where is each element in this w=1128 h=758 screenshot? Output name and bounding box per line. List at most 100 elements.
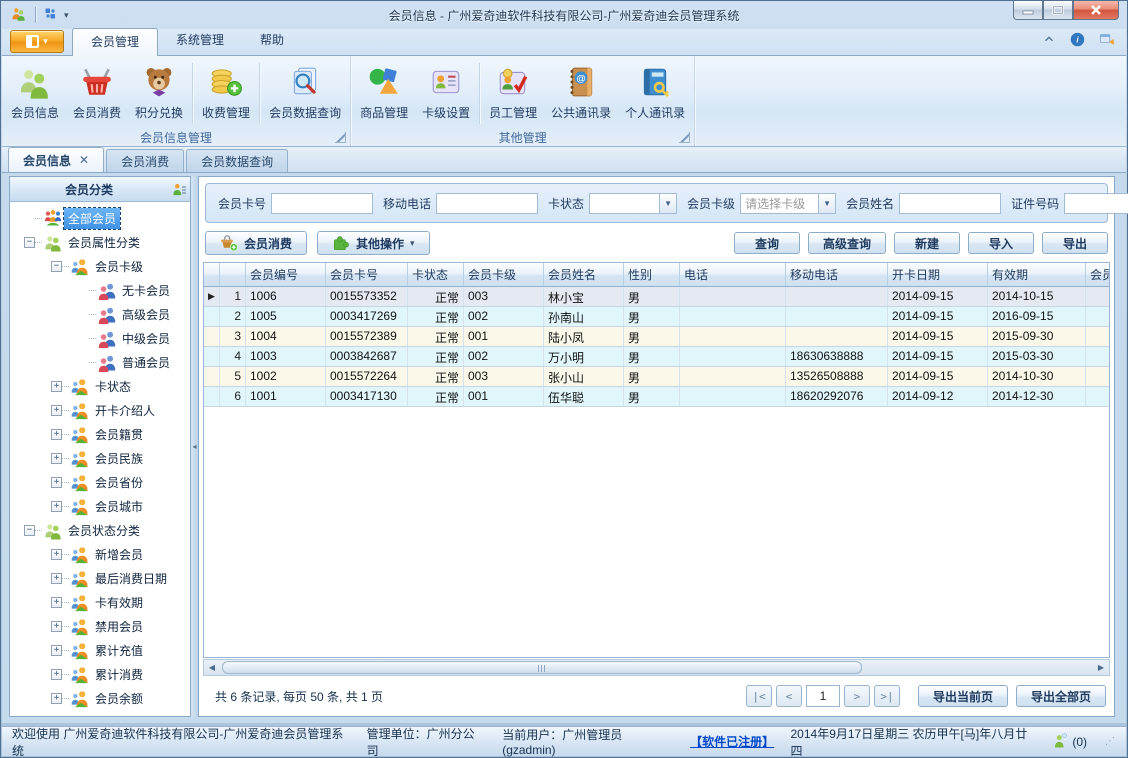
pager-first-button[interactable]: |< xyxy=(745,685,772,707)
switch-window-icon[interactable] xyxy=(1098,30,1116,51)
resize-grip[interactable]: ⋰ xyxy=(1105,736,1116,747)
tree-item-卡状态[interactable]: + 卡状态 xyxy=(10,374,190,398)
tree-item-会员属性分类[interactable]: − 会员属性分类 xyxy=(10,230,190,254)
expand-icon[interactable]: + xyxy=(51,500,62,512)
tree-item-会员卡级[interactable]: − 会员卡级 xyxy=(10,254,190,278)
scrollbar-thumb[interactable] xyxy=(222,661,862,674)
tree-item-全部会员[interactable]: 全部会员 xyxy=(10,206,190,230)
ribbon-button-会员信息[interactable]: 会员信息 xyxy=(4,59,66,128)
toolbar-button-会员消费[interactable]: 会员消费 xyxy=(205,231,308,255)
collapse-icon[interactable]: − xyxy=(51,260,62,272)
member-settings-icon[interactable] xyxy=(168,181,190,197)
collapse-icon[interactable]: − xyxy=(24,236,35,248)
ribbon-button-积分兑换[interactable]: 积分兑换 xyxy=(128,59,190,128)
toolbar-button-其他操作[interactable]: 其他操作 ▾ xyxy=(317,231,430,255)
minimize-button[interactable] xyxy=(1013,1,1043,20)
registered-link[interactable]: 【软件已注册】 xyxy=(690,733,774,750)
app-menu-button[interactable]: ▾ xyxy=(10,30,64,53)
scroll-right-icon[interactable]: ▶ xyxy=(1093,660,1109,675)
filter-select-卡状态[interactable]: ▼ xyxy=(589,192,678,214)
filter-input-移动电话[interactable] xyxy=(436,192,539,214)
expand-icon[interactable]: + xyxy=(51,476,62,488)
ribbon-button-个人通讯录[interactable]: 个人通讯录 xyxy=(618,59,692,128)
button-导入[interactable]: 导入 xyxy=(968,232,1034,254)
ribbon-button-卡级设置[interactable]: 卡级设置 xyxy=(415,59,477,128)
chevron-down-icon[interactable]: ▼ xyxy=(659,193,677,213)
export-all-pages-button[interactable]: 导出全部页 xyxy=(1015,685,1106,707)
expand-icon[interactable]: + xyxy=(51,548,62,560)
expand-icon[interactable]: + xyxy=(51,596,62,608)
ribbon-button-会员消费[interactable]: 会员消费 xyxy=(66,59,128,128)
column-header-会员编号[interactable]: 会员编号 xyxy=(246,263,326,286)
tree-item-会员省份[interactable]: + 会员省份 xyxy=(10,470,190,494)
doc-tab-会员数据查询[interactable]: 会员数据查询 xyxy=(186,149,289,172)
tree-item-开卡介绍人[interactable]: + 开卡介绍人 xyxy=(10,398,190,422)
column-header-移动电话[interactable]: 移动电话 xyxy=(786,263,888,286)
ribbon-button-会员数据查询[interactable]: 会员数据查询 xyxy=(262,59,348,128)
filter-input-会员姓名[interactable] xyxy=(899,192,1002,214)
ribbon-button-员工管理[interactable]: 员工管理 xyxy=(482,59,544,128)
column-header-有效期[interactable]: 有效期 xyxy=(988,263,1086,286)
pager-last-button[interactable]: >| xyxy=(873,685,900,707)
tree-item-会员城市[interactable]: + 会员城市 xyxy=(10,494,190,518)
tree-item-高级会员[interactable]: 高级会员 xyxy=(10,302,190,326)
expand-icon[interactable]: + xyxy=(51,572,62,584)
button-新建[interactable]: 新建 xyxy=(894,232,960,254)
expand-icon[interactable]: + xyxy=(51,452,62,464)
column-header-卡状态[interactable]: 卡状态 xyxy=(408,263,464,286)
page-number-input[interactable] xyxy=(805,685,840,707)
expand-icon[interactable]: + xyxy=(51,620,62,632)
tree-item-会员籍贯[interactable]: + 会员籍贯 xyxy=(10,422,190,446)
splitter-handle[interactable]: ◂ xyxy=(191,176,198,717)
horizontal-scrollbar[interactable]: ◀ ▶ xyxy=(203,659,1110,676)
info-icon[interactable]: i xyxy=(1069,31,1086,51)
close-tab-icon[interactable]: ✕ xyxy=(79,153,89,167)
pager-prev-button[interactable]: < xyxy=(775,685,802,707)
tree-item-会员余额[interactable]: + 会员余额 xyxy=(10,686,190,710)
doc-tab-会员消费[interactable]: 会员消费 xyxy=(106,149,185,172)
column-header-会员卡级[interactable]: 会员卡级 xyxy=(464,263,544,286)
collapse-ribbon-icon[interactable] xyxy=(1041,31,1057,50)
tree-item-最后消费日期[interactable]: + 最后消费日期 xyxy=(10,566,190,590)
button-查询[interactable]: 查询 xyxy=(733,232,800,254)
pager-next-button[interactable]: > xyxy=(843,685,870,707)
tree-item-卡有效期[interactable]: + 卡有效期 xyxy=(10,590,190,614)
doc-tab-会员信息[interactable]: 会员信息 ✕ xyxy=(8,147,105,172)
ribbon-button-收费管理[interactable]: 收费管理 xyxy=(195,59,257,128)
maximize-button[interactable] xyxy=(1043,1,1073,20)
dialog-launcher-icon[interactable] xyxy=(679,132,691,143)
chevron-down-icon[interactable]: ▼ xyxy=(818,193,836,213)
filter-input-会员卡号[interactable] xyxy=(271,192,374,214)
tree-item-无卡会员[interactable]: 无卡会员 xyxy=(10,278,190,302)
table-row[interactable]: ▶ 1 1006 0015573352 正常 003 林小宝男 2014-09-15 2014-… xyxy=(204,287,1109,307)
expand-icon[interactable]: + xyxy=(51,428,62,440)
ribbon-tab-会员管理[interactable]: 会员管理 xyxy=(72,28,159,56)
scroll-left-icon[interactable]: ◀ xyxy=(204,660,220,675)
ribbon-button-商品管理[interactable]: 商品管理 xyxy=(353,59,415,128)
column-header-会员姓名[interactable]: 会员姓名 xyxy=(544,263,624,286)
expand-icon[interactable]: + xyxy=(51,692,62,704)
expand-icon[interactable]: + xyxy=(51,404,62,416)
table-row[interactable]: 5 1002 0015572264 正常 003 张小山男 13526508888 2014-… xyxy=(204,367,1109,387)
dialog-launcher-icon[interactable] xyxy=(335,132,347,143)
button-高级查询[interactable]: 高级查询 xyxy=(807,232,886,254)
ribbon-tab-帮助[interactable]: 帮助 xyxy=(242,27,302,55)
tree-item-累计充值[interactable]: + 累计充值 xyxy=(10,638,190,662)
close-button[interactable] xyxy=(1073,1,1119,20)
column-header-会员[interactable]: 会员 xyxy=(1086,263,1109,286)
export-current-page-button[interactable]: 导出当前页 xyxy=(917,685,1008,707)
expand-icon[interactable]: + xyxy=(51,380,62,392)
button-导出[interactable]: 导出 xyxy=(1042,232,1108,254)
tree-item-新增会员[interactable]: + 新增会员 xyxy=(10,542,190,566)
column-header-开卡日期[interactable]: 开卡日期 xyxy=(888,263,988,286)
ribbon-tab-系统管理[interactable]: 系统管理 xyxy=(158,27,242,55)
tree-item-累计消费[interactable]: + 累计消费 xyxy=(10,662,190,686)
column-header-电话[interactable]: 电话 xyxy=(680,263,786,286)
tree-item-会员状态分类[interactable]: − 会员状态分类 xyxy=(10,518,190,542)
table-row[interactable]: 4 1003 0003842687 正常 002 万小明男 18630638888 2014-… xyxy=(204,347,1109,367)
column-header-性别[interactable]: 性别 xyxy=(624,263,680,286)
tree-item-普通会员[interactable]: 普通会员 xyxy=(10,350,190,374)
filter-select-会员卡级[interactable]: 请选择卡级 ▼ xyxy=(740,192,837,214)
filter-input-证件号码[interactable] xyxy=(1064,192,1128,214)
collapse-icon[interactable]: − xyxy=(24,524,35,536)
